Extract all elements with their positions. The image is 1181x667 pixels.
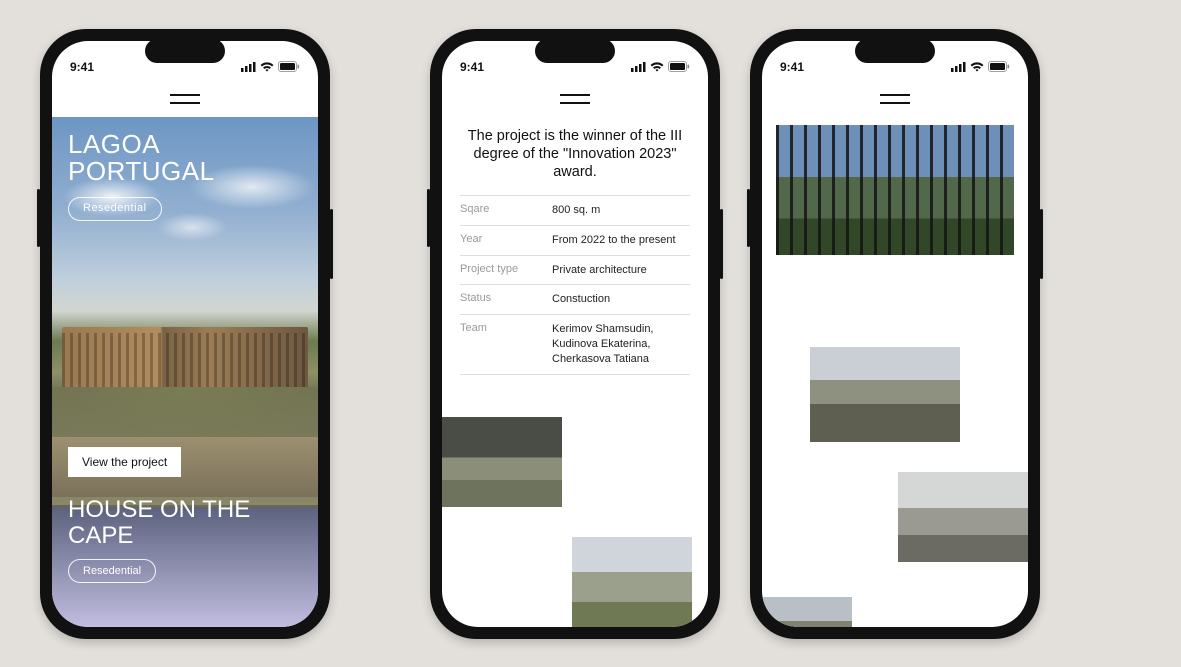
wifi-icon	[650, 62, 664, 72]
top-bar	[442, 81, 708, 117]
gallery-thumb[interactable]	[442, 417, 562, 507]
spec-label: Status	[460, 292, 538, 307]
cellular-signal-icon	[241, 62, 256, 72]
phone-mockup-1: 9:41	[40, 29, 330, 639]
project-b-title: HOUSE ON THE CAPE Resedential	[68, 497, 302, 584]
gallery-thumb[interactable]	[810, 347, 960, 442]
wifi-icon	[260, 62, 274, 72]
device-notch	[855, 39, 935, 63]
project-b-line2: CAPE	[68, 523, 302, 549]
award-headline: The project is the winner of the III deg…	[460, 117, 690, 195]
spec-table: Sqare 800 sq. m Year From 2022 to the pr…	[460, 195, 690, 375]
spec-label: Year	[460, 233, 538, 248]
top-bar	[52, 81, 318, 117]
status-icons	[631, 61, 690, 72]
device-notch	[145, 39, 225, 63]
battery-icon	[668, 61, 690, 72]
screen: 9:41 The project is the winner of the II…	[442, 41, 708, 627]
project-b-line1: HOUSE ON THE	[68, 497, 302, 523]
project-a-line1: LAGOA	[68, 131, 302, 158]
menu-icon[interactable]	[560, 94, 590, 104]
screen: 9:41	[52, 41, 318, 627]
gallery-thumb[interactable]	[572, 537, 692, 627]
project-a-line2: PORTUGAL	[68, 158, 302, 185]
project-a-category-chip[interactable]: Resedential	[68, 197, 162, 221]
home-content: LAGOA PORTUGAL Resedential View the proj…	[52, 117, 318, 627]
spec-row: Status Constuction	[460, 284, 690, 314]
status-icons	[951, 61, 1010, 72]
project-b-category-chip[interactable]: Resedential	[68, 559, 156, 583]
menu-icon[interactable]	[170, 94, 200, 104]
cellular-signal-icon	[631, 62, 646, 72]
view-project-button[interactable]: View the project	[68, 447, 181, 477]
device-notch	[535, 39, 615, 63]
battery-icon	[278, 61, 300, 72]
spec-value: From 2022 to the present	[552, 233, 690, 248]
phone-mockup-3: 9:41	[750, 29, 1040, 639]
top-bar	[762, 81, 1028, 117]
spec-value: Private architecture	[552, 263, 690, 278]
battery-icon	[988, 61, 1010, 72]
hero-forest-image[interactable]	[776, 125, 1014, 255]
gallery-thumb[interactable]	[898, 472, 1028, 562]
menu-icon[interactable]	[880, 94, 910, 104]
spec-label: Team	[460, 322, 538, 367]
status-time: 9:41	[460, 60, 484, 74]
spec-label: Sqare	[460, 203, 538, 218]
spec-row: Team Kerimov Shamsudin, Kudinova Ekateri…	[460, 314, 690, 375]
wifi-icon	[970, 62, 984, 72]
status-icons	[241, 61, 300, 72]
gallery-content	[762, 117, 1028, 627]
project-a-title: LAGOA PORTUGAL Resedential	[68, 131, 302, 221]
spec-value: Constuction	[552, 292, 690, 307]
project-detail-content: The project is the winner of the III deg…	[442, 117, 708, 627]
phone-mockup-2: 9:41 The project is the winner of the II…	[430, 29, 720, 639]
spec-row: Project type Private architecture	[460, 255, 690, 285]
screen: 9:41	[762, 41, 1028, 627]
spec-value: 800 sq. m	[552, 203, 690, 218]
status-time: 9:41	[70, 60, 94, 74]
spec-row: Sqare 800 sq. m	[460, 195, 690, 225]
spec-value: Kerimov Shamsudin, Kudinova Ekaterina, C…	[552, 322, 690, 367]
spec-row: Year From 2022 to the present	[460, 225, 690, 255]
status-time: 9:41	[780, 60, 804, 74]
spec-label: Project type	[460, 263, 538, 278]
gallery-thumb[interactable]	[762, 597, 852, 627]
cellular-signal-icon	[951, 62, 966, 72]
